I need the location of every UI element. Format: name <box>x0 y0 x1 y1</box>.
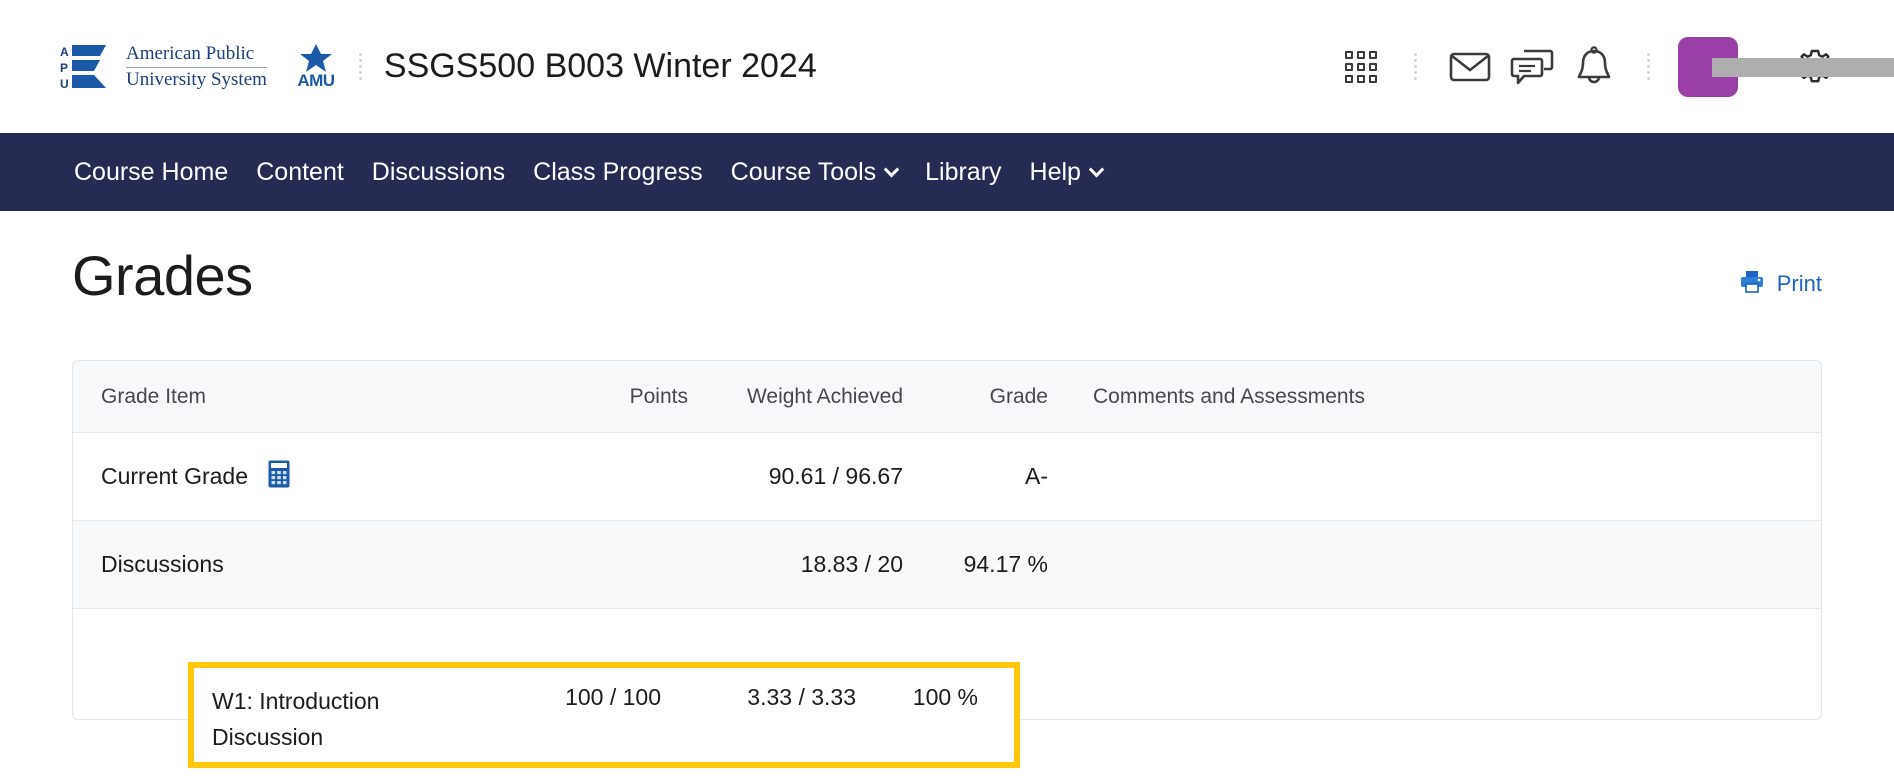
chat-bubbles-icon[interactable] <box>1501 36 1563 98</box>
header-divider-dots-3 <box>1647 53 1650 80</box>
username-redaction <box>1712 57 1894 77</box>
apus-rule <box>126 66 267 68</box>
course-title: SSGS500 B003 Winter 2024 <box>383 47 817 85</box>
nav-label: Course Tools <box>730 157 877 186</box>
print-button[interactable]: Print <box>1739 269 1822 299</box>
svg-text:A: A <box>60 45 69 59</box>
table-row: Discussions 18.83 / 20 94.17 % <box>73 521 1821 609</box>
apus-wordmark: American Public University System <box>126 42 267 90</box>
calculator-icon[interactable] <box>268 460 290 494</box>
table-header-row: Grade Item Points Weight Achieved Grade … <box>73 361 1821 433</box>
column-header-weight-achieved: Weight Achieved <box>746 384 903 408</box>
svg-text:U: U <box>60 77 69 91</box>
nav-label: Course Home <box>74 157 229 186</box>
bell-icon[interactable] <box>1563 36 1625 98</box>
svg-text:P: P <box>60 61 68 75</box>
course-navbar: Course Home Content Discussions Class Pr… <box>0 133 1894 211</box>
page-title: Grades <box>72 244 253 307</box>
user-profile[interactable] <box>1678 36 1894 97</box>
highlighted-item-line2: Discussion <box>212 723 324 750</box>
nav-item-library[interactable]: Library <box>911 158 1015 187</box>
table-row: Current Grade 90.61 / 96.67 A- <box>73 433 1821 521</box>
header-divider-dots <box>358 53 362 80</box>
grade-item-label: Current Grade <box>101 463 249 489</box>
apus-logo-icon: A P U <box>60 42 112 92</box>
nav-item-help[interactable]: Help <box>1016 158 1116 187</box>
waffle-grid-icon[interactable] <box>1330 36 1392 98</box>
nav-label: Content <box>256 157 344 186</box>
highlighted-grade: 100 % <box>912 684 978 710</box>
highlighted-weight-achieved: 3.33 / 3.33 <box>747 684 856 710</box>
cell-grade-item: Current Grade <box>73 460 528 494</box>
cell-weight-achieved: 90.61 / 96.67 <box>768 463 903 489</box>
nav-label: Library <box>925 157 1002 186</box>
column-header-points: Points <box>629 384 688 408</box>
cell-grade-item: Discussions <box>101 551 224 577</box>
column-header-grade: Grade <box>989 384 1048 408</box>
highlighted-item-line1: W1: Introduction <box>212 688 380 714</box>
nav-item-class-progress[interactable]: Class Progress <box>519 158 717 187</box>
envelope-icon[interactable] <box>1439 36 1501 98</box>
brand-block[interactable]: A P U American Public University System … <box>60 42 337 92</box>
cell-weight-achieved: 18.83 / 20 <box>800 551 903 577</box>
cell-grade: A- <box>1025 463 1048 489</box>
header-actions <box>1330 36 1894 98</box>
nav-item-discussions[interactable]: Discussions <box>358 158 519 187</box>
header-divider-dots-2 <box>1414 53 1417 80</box>
top-header: A P U American Public University System … <box>0 0 1894 133</box>
nav-item-course-home[interactable]: Course Home <box>60 158 242 187</box>
cell-grade: 94.17 % <box>963 551 1048 577</box>
nav-label: Class Progress <box>533 157 703 186</box>
highlight-annotation-box: W1: Introduction Discussion 100 / 100 3.… <box>188 662 1020 768</box>
nav-label: Help <box>1029 157 1081 186</box>
column-header-comments: Comments and Assessments <box>1093 384 1365 408</box>
print-label: Print <box>1776 271 1822 296</box>
column-header-grade-item: Grade Item <box>101 384 207 408</box>
nav-item-course-tools[interactable]: Course Tools <box>717 158 911 187</box>
star-icon <box>299 43 332 72</box>
page-header: Grades Print <box>72 211 1822 308</box>
highlighted-points: 100 / 100 <box>565 684 661 710</box>
page-content: Grades Print Grade Item Points Weight Ac… <box>0 211 1894 720</box>
apus-name-line1: American Public <box>126 42 255 64</box>
highlighted-grade-item: W1: Introduction Discussion <box>194 684 486 755</box>
amu-logo: AMU <box>295 43 337 91</box>
amu-label: AMU <box>297 70 335 90</box>
apus-name-line2: University System <box>126 68 267 90</box>
chevron-down-icon <box>883 161 900 177</box>
printer-icon <box>1739 269 1765 299</box>
nav-label: Discussions <box>371 157 506 186</box>
nav-item-content[interactable]: Content <box>242 158 358 187</box>
chevron-down-icon <box>1088 161 1105 177</box>
